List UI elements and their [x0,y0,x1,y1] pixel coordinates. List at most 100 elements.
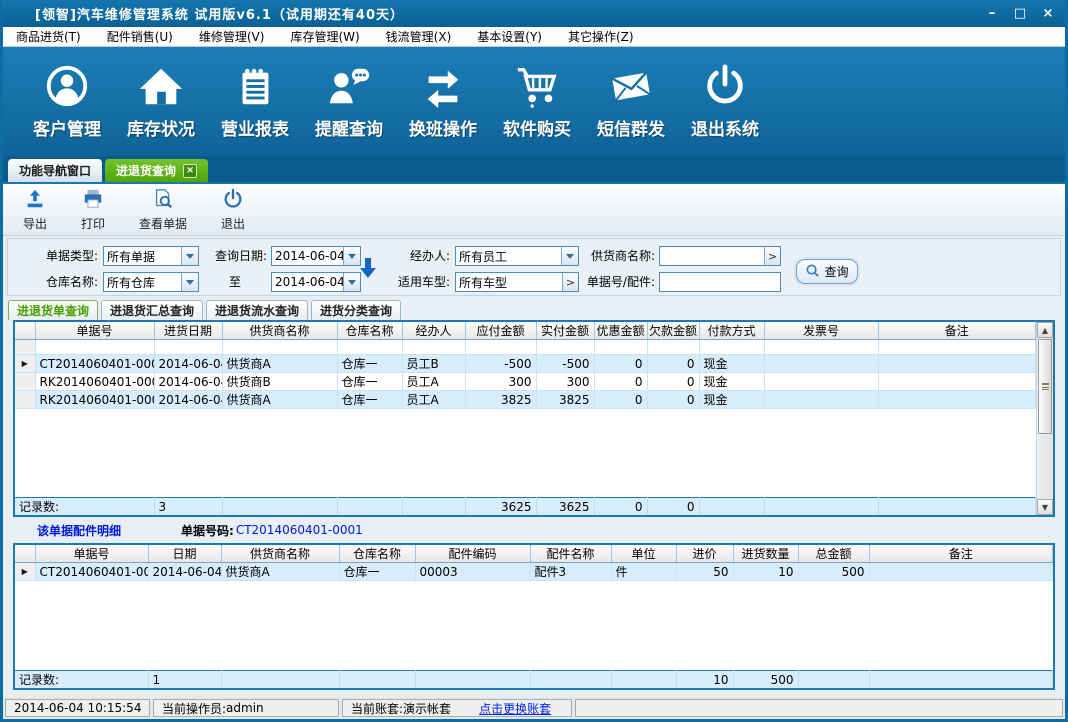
vertical-scrollbar: ▲ ▼ [1036,322,1053,515]
docno-part-input[interactable] [660,273,780,291]
header-row: 单据号 进货日期 供货商名称 仓库名称 经办人 应付金额 实付金额 优惠金额 欠… [15,322,1036,340]
exit-button[interactable]: 退出 [221,188,245,232]
sms-broadcast-button[interactable]: 短信群发 [591,63,671,140]
chevron-down-icon[interactable] [343,247,360,265]
tab-label: 功能导航窗口 [19,162,91,179]
subtab-doc-query[interactable]: 进退货单查询 [8,300,98,320]
menu-other-ops[interactable]: 其它操作(Z) [555,27,647,46]
table-row[interactable]: ▶ CT2014060401-0001 2014-06-04 1 供货商A 仓库… [15,563,1053,581]
status-operator: 当前操作员: admin [153,699,339,717]
col-header[interactable]: 优惠金额 [594,322,647,340]
software-purchase-button[interactable]: 软件购买 [497,63,577,140]
col-header[interactable]: 单位 [611,545,676,563]
document-magnifier-icon [152,188,174,213]
export-button[interactable]: 导出 [23,188,47,232]
blue-down-arrow-icon [360,257,376,282]
grid-empty-area [15,409,1036,497]
menu-parts-sales[interactable]: 配件销售(U) [94,27,186,46]
switch-account-link[interactable]: 点击更换账套 [479,700,551,717]
minimize-button[interactable]: – [981,5,1003,23]
col-header[interactable]: 备注 [878,322,1036,340]
record-count-bar: 记录数: 3 3625 3625 0 0 [15,497,1036,515]
tab-function-navigation[interactable]: 功能导航窗口 [8,159,102,182]
col-header[interactable]: 进货日期 [154,322,222,340]
exit-system-button[interactable]: 退出系统 [685,63,765,140]
scroll-down-icon[interactable]: ▼ [1037,499,1053,515]
col-header[interactable]: 应付金额 [465,322,536,340]
view-document-button[interactable]: 查看单据 [139,188,187,232]
scroll-track[interactable] [1037,338,1053,499]
table-row[interactable]: RK2014060401-0002 2014-06-04 1 供货商B 仓库一 … [15,373,1036,391]
menu-stock-mgmt[interactable]: 库存管理(W) [277,27,372,46]
grid-area: 单据号 日期 供货商名称 仓库名称 配件编码 配件名称 单位 进价 进货数量 总… [15,545,1053,688]
subtab-summary-query[interactable]: 进退货汇总查询 [101,300,203,320]
table-row[interactable]: RK2014060401-0001 2014-06-04 1 供货商A 仓库一 … [15,391,1036,409]
print-button[interactable]: 打印 [81,188,105,232]
date-to-combo[interactable]: 2014-06-04 [271,272,361,292]
total-discount: 0 [594,498,647,516]
col-header[interactable]: 配件名称 [530,545,611,563]
col-header[interactable]: 单据号 [35,322,154,340]
toolbtn-label: 软件购买 [503,115,571,140]
toolbtn-label: 库存状况 [127,115,195,140]
col-header[interactable]: 供货商名称 [222,322,337,340]
action-label: 打印 [81,215,105,232]
customer-mgmt-button[interactable]: 客户管理 [27,63,107,140]
chevron-down-icon[interactable] [181,273,198,291]
status-time: 2014-06-04 10:15:54 [5,699,150,717]
purchase-return-table: 单据号 进货日期 供货商名称 仓库名称 经办人 应付金额 实付金额 优惠金额 欠… [13,320,1055,517]
col-header[interactable]: 总金额 [798,545,869,563]
printer-icon [82,188,104,213]
menu-repair-mgmt[interactable]: 维修管理(V) [186,27,278,46]
col-header[interactable]: 进货数量 [733,545,798,563]
reminder-query-button[interactable]: 提醒查询 [309,63,389,140]
record-count-label: 记录数: [15,671,148,689]
subtab-category-query[interactable]: 进货分类查询 [311,300,401,320]
menu-bar: 商品进货(T) 配件销售(U) 维修管理(V) 库存管理(W) 钱流管理(X) … [3,27,1065,47]
shift-change-button[interactable]: 换班操作 [403,63,483,140]
doc-type-combo[interactable]: 所有单据 [103,246,199,266]
close-button[interactable]: × [1037,5,1059,23]
lookup-arrow-icon[interactable]: > [764,247,780,265]
col-header[interactable]: 单据号 [35,545,148,563]
subtab-flow-query[interactable]: 进退货流水查询 [206,300,308,320]
col-header[interactable]: 日期 [148,545,221,563]
supplier-input[interactable] [660,247,764,265]
tab-purchase-return-query[interactable]: 进退货查询 × [105,159,208,182]
scroll-up-icon[interactable]: ▲ [1037,322,1053,338]
col-header[interactable]: 付款方式 [699,322,764,340]
total-amount: 500 [733,671,798,689]
chevron-down-icon[interactable] [181,247,198,265]
col-header[interactable]: 仓库名称 [337,322,402,340]
tab-close-icon[interactable]: × [183,164,197,178]
page-purchase-return-query: 导出 打印 查看单据 退出 单据类型 [3,182,1065,719]
maximize-button[interactable]: □ [1009,5,1031,23]
stock-status-button[interactable]: 库存状况 [121,63,201,140]
menu-basic-settings[interactable]: 基本设置(Y) [464,27,555,46]
col-header[interactable]: 进价 [676,545,733,563]
col-header[interactable]: 实付金额 [536,322,594,340]
col-header[interactable]: 配件编码 [415,545,530,563]
col-header[interactable]: 供货商名称 [221,545,339,563]
query-button[interactable]: 查询 [796,259,858,284]
date-from-combo[interactable]: 2014-06-04 [271,246,361,266]
business-report-button[interactable]: 营业报表 [215,63,295,140]
col-header[interactable]: 欠款金额 [647,322,699,340]
menu-goods-purchase[interactable]: 商品进货(T) [3,27,94,46]
table-row[interactable]: ▶ CT2014060401-0001 2014-06-04 1 供货商A 仓库… [15,355,1036,373]
filter-row[interactable] [15,340,1036,355]
chevron-down-icon[interactable] [343,273,360,291]
col-header[interactable]: 仓库名称 [339,545,415,563]
shift-icon [420,63,466,109]
col-header[interactable]: 发票号 [764,322,878,340]
col-header[interactable]: 备注 [869,545,1053,563]
menu-cashflow-mgmt[interactable]: 钱流管理(X) [373,27,465,46]
tab-label: 进退货查询 [116,162,176,179]
docno-part-label: 单据号/配件: [560,272,655,292]
title-bar: [领智]汽车维修管理系统 试用版v6.1（试用期还有40天） – □ × [3,0,1065,27]
warehouse-combo[interactable]: 所有仓库 [103,272,199,292]
toolbtn-label: 提醒查询 [315,115,383,140]
col-header[interactable]: 经办人 [402,322,465,340]
home-icon [138,63,184,109]
scroll-thumb[interactable] [1038,339,1052,434]
